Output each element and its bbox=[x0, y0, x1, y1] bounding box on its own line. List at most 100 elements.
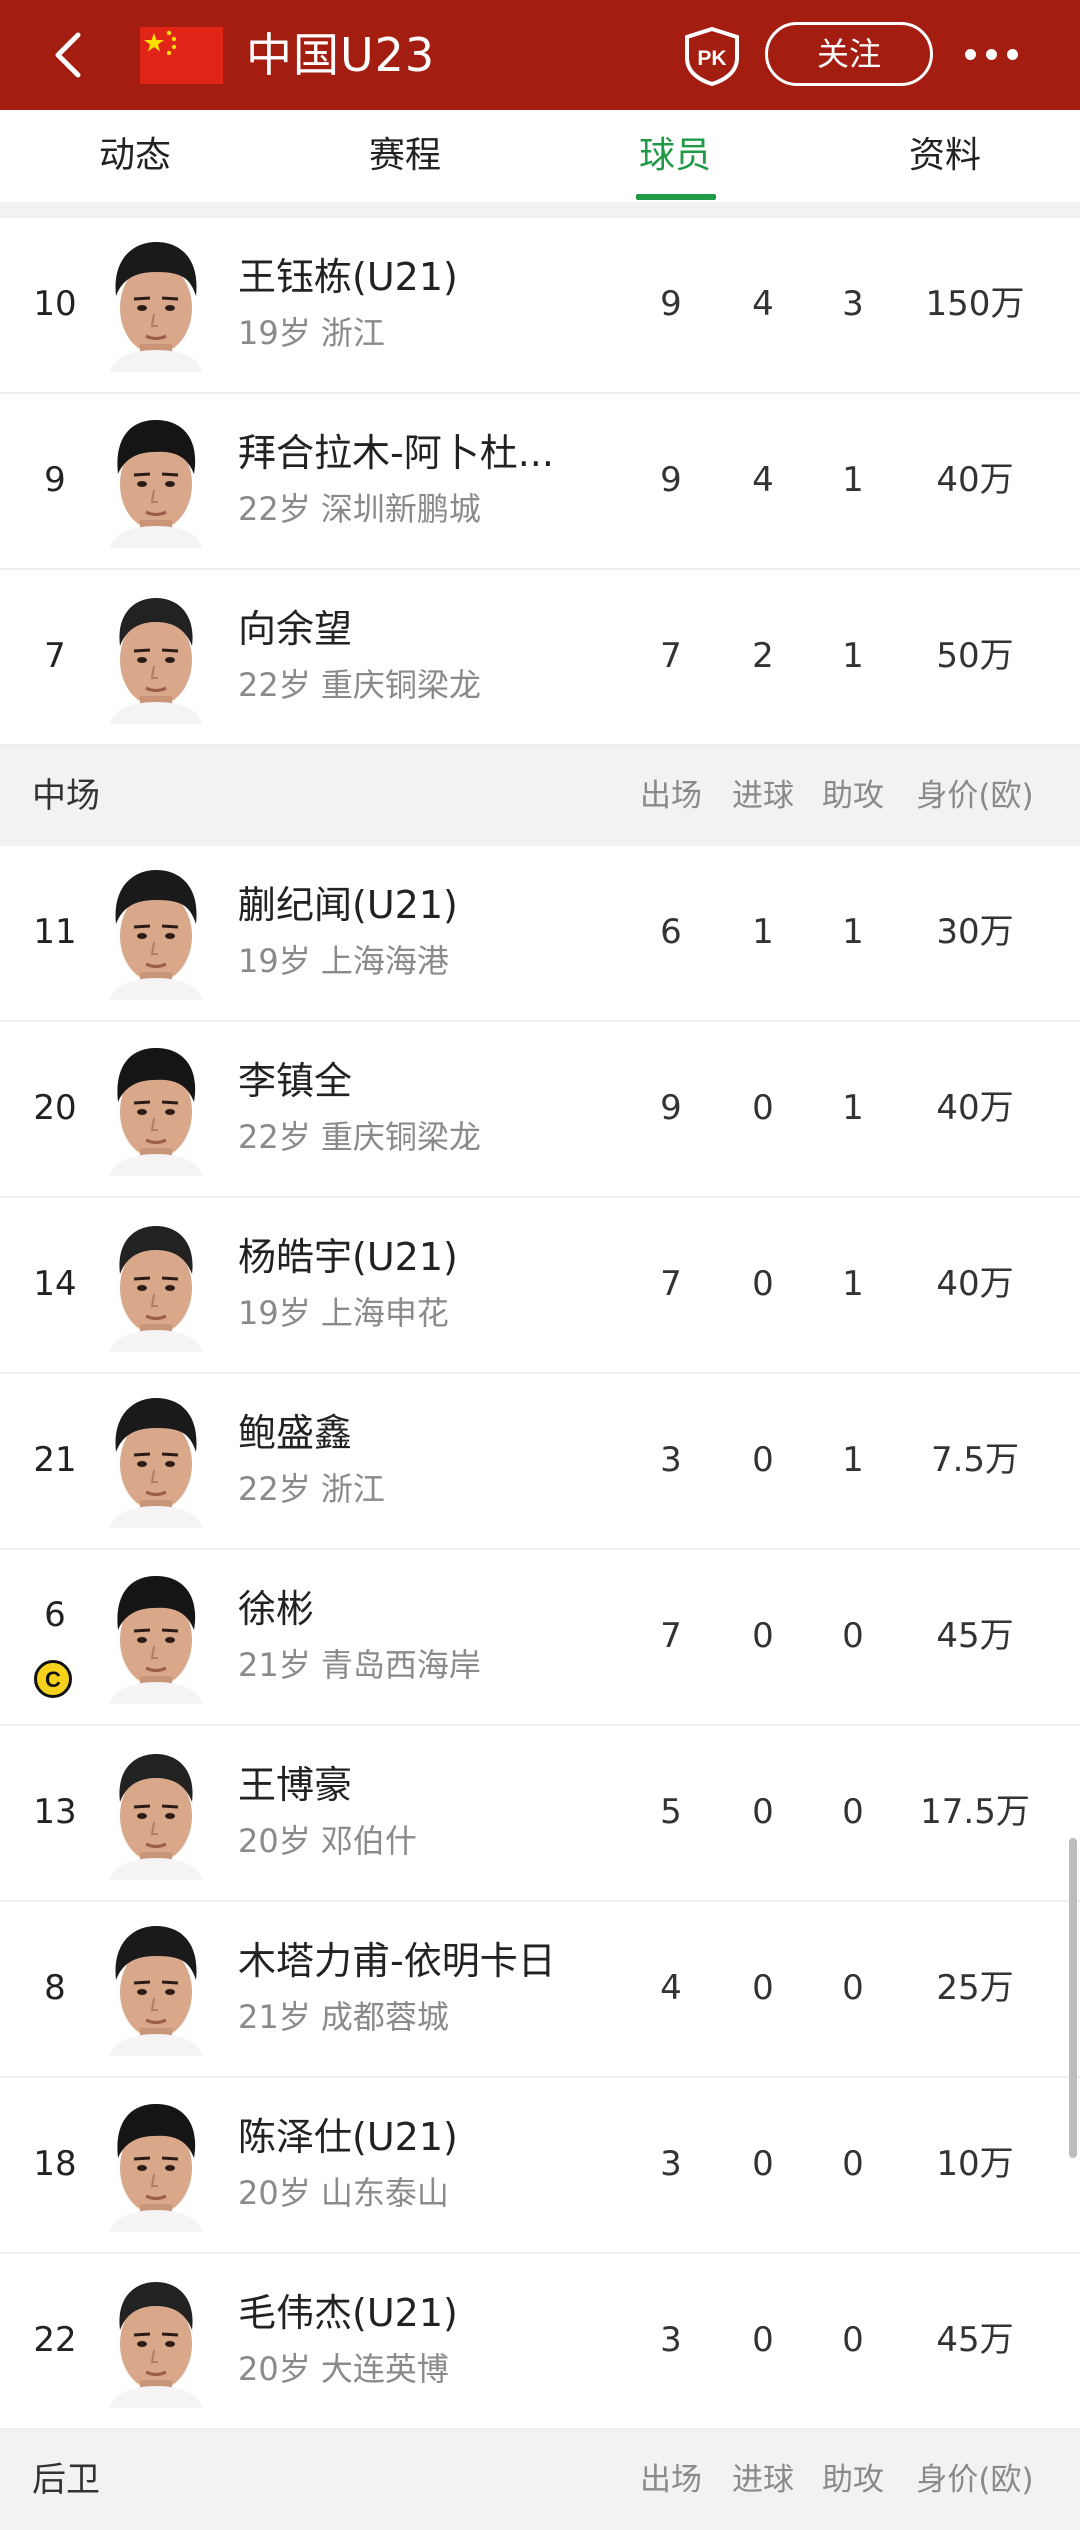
player-avatar bbox=[104, 590, 208, 724]
team-header: 中国U23 PK 关注 bbox=[0, 0, 1080, 110]
player-name: 鲍盛鑫 bbox=[238, 1411, 353, 1455]
player-avatar bbox=[104, 1746, 208, 1880]
scrollbar[interactable] bbox=[1069, 1838, 1077, 2158]
market-value: 30万 bbox=[936, 912, 1014, 952]
goals-value: 0 bbox=[752, 2320, 774, 2360]
goals-value: 0 bbox=[752, 1792, 774, 1832]
section-header: 后卫 出场 进球 助攻 身价(欧) bbox=[0, 2430, 1080, 2530]
appearances-value: 7 bbox=[660, 1616, 682, 1656]
goals-value: 0 bbox=[752, 2144, 774, 2184]
goals-value: 0 bbox=[752, 1088, 774, 1128]
jersey-number: 22 bbox=[33, 2320, 77, 2360]
player-row[interactable]: 20 李镇全 22岁 重庆铜梁龙 9 0 1 40万 bbox=[0, 1022, 1080, 1198]
market-value: 40万 bbox=[936, 460, 1014, 500]
tab-info[interactable]: 资料 bbox=[845, 132, 1045, 180]
appearances-value: 3 bbox=[660, 2144, 682, 2184]
value-column-header: 身价(欧) bbox=[916, 2462, 1034, 2498]
player-avatar bbox=[104, 1570, 208, 1704]
player-name: 蒯纪闻(U21) bbox=[238, 883, 458, 927]
player-age-club: 21岁 青岛西海岸 bbox=[238, 1646, 481, 1684]
player-row[interactable]: 9 拜合拉木-阿卜杜... 22岁 深圳新鹏城 9 4 1 40万 bbox=[0, 394, 1080, 570]
player-name: 王博豪 bbox=[238, 1763, 353, 1807]
market-value: 45万 bbox=[936, 2320, 1014, 2360]
player-avatar bbox=[104, 1394, 208, 1528]
tab-schedule[interactable]: 赛程 bbox=[305, 132, 505, 180]
player-row[interactable]: 18 陈泽仕(U21) 20岁 山东泰山 3 0 0 10万 bbox=[0, 2078, 1080, 2254]
market-value: 25万 bbox=[936, 1968, 1014, 2008]
tab-players[interactable]: 球员 bbox=[575, 132, 775, 180]
assists-value: 1 bbox=[842, 1440, 864, 1480]
appearances-value: 5 bbox=[660, 1792, 682, 1832]
player-row[interactable]: 6 徐彬 21岁 青岛西海岸 7 0 0 45万 C bbox=[0, 1550, 1080, 1726]
player-row[interactable]: 14 杨皓宇(U21) 19岁 上海申花 7 0 1 40万 bbox=[0, 1198, 1080, 1374]
appearances-value: 4 bbox=[660, 1968, 682, 2008]
section-title: 中场 bbox=[32, 776, 100, 816]
assists-value: 0 bbox=[842, 2320, 864, 2360]
player-avatar bbox=[104, 1922, 208, 2056]
jersey-number: 10 bbox=[33, 284, 77, 324]
section-header: 中场 出场 进球 助攻 身价(欧) bbox=[0, 746, 1080, 846]
player-age-club: 22岁 重庆铜梁龙 bbox=[238, 1118, 481, 1156]
value-column-header: 身价(欧) bbox=[916, 778, 1034, 814]
pk-label: PK bbox=[697, 47, 726, 70]
player-age-club: 19岁 浙江 bbox=[238, 314, 385, 352]
assists-value: 1 bbox=[842, 1088, 864, 1128]
player-row[interactable]: 10 王钰栋(U21) 19岁 浙江 9 4 3 150万 bbox=[0, 218, 1080, 394]
appearances-value: 9 bbox=[660, 284, 682, 324]
captain-icon: C bbox=[34, 1660, 72, 1698]
jersey-number: 14 bbox=[33, 1264, 77, 1304]
player-name: 毛伟杰(U21) bbox=[238, 2291, 458, 2335]
market-value: 45万 bbox=[936, 1616, 1014, 1656]
assists-value: 3 bbox=[842, 284, 864, 324]
back-arrow-icon[interactable] bbox=[44, 25, 94, 85]
market-value: 40万 bbox=[936, 1088, 1014, 1128]
tab-bar: 动态 赛程 球员 资料 bbox=[0, 110, 1080, 202]
appearances-value: 9 bbox=[660, 460, 682, 500]
player-name: 徐彬 bbox=[238, 1587, 315, 1631]
appearances-value: 6 bbox=[660, 912, 682, 952]
assists-value: 0 bbox=[842, 1792, 864, 1832]
assists-value: 0 bbox=[842, 1616, 864, 1656]
player-row[interactable]: 7 向余望 22岁 重庆铜梁龙 7 2 1 50万 bbox=[0, 570, 1080, 746]
player-row[interactable]: 21 鲍盛鑫 22岁 浙江 3 0 1 7.5万 bbox=[0, 1374, 1080, 1550]
appearances-value: 3 bbox=[660, 2320, 682, 2360]
jersey-number: 13 bbox=[33, 1792, 77, 1832]
player-name: 木塔力甫-依明卡日 bbox=[238, 1939, 556, 1983]
player-avatar bbox=[104, 2274, 208, 2408]
pk-icon[interactable]: PK bbox=[683, 26, 741, 86]
market-value: 10万 bbox=[936, 2144, 1014, 2184]
player-age-club: 20岁 山东泰山 bbox=[238, 2174, 449, 2212]
market-value: 17.5万 bbox=[920, 1792, 1030, 1832]
market-value: 40万 bbox=[936, 1264, 1014, 1304]
player-age-club: 22岁 浙江 bbox=[238, 1470, 385, 1508]
appearances-value: 3 bbox=[660, 1440, 682, 1480]
player-avatar bbox=[104, 238, 208, 372]
player-avatar bbox=[104, 2098, 208, 2232]
market-value: 150万 bbox=[925, 284, 1025, 324]
player-avatar bbox=[104, 866, 208, 1000]
jersey-number: 8 bbox=[44, 1968, 66, 2008]
team-title: 中国U23 bbox=[246, 28, 436, 82]
goals-value: 2 bbox=[752, 636, 774, 676]
more-options-icon[interactable] bbox=[962, 46, 1022, 64]
player-row[interactable]: 8 木塔力甫-依明卡日 21岁 成都蓉城 4 0 0 25万 bbox=[0, 1902, 1080, 2078]
active-tab-indicator bbox=[636, 194, 716, 200]
jersey-number: 6 bbox=[44, 1595, 66, 1635]
player-row[interactable]: 11 蒯纪闻(U21) 19岁 上海海港 6 1 1 30万 bbox=[0, 846, 1080, 1022]
goals-value: 0 bbox=[752, 1616, 774, 1656]
jersey-number: 11 bbox=[33, 912, 77, 952]
section-title: 后卫 bbox=[32, 2460, 100, 2500]
goals-value: 1 bbox=[752, 912, 774, 952]
follow-button[interactable]: 关注 bbox=[765, 22, 933, 86]
player-age-club: 22岁 深圳新鹏城 bbox=[238, 490, 481, 528]
goals-value: 4 bbox=[752, 460, 774, 500]
tab-news[interactable]: 动态 bbox=[35, 132, 235, 180]
appearances-value: 7 bbox=[660, 636, 682, 676]
assists-value: 0 bbox=[842, 1968, 864, 2008]
jersey-number: 20 bbox=[33, 1088, 77, 1128]
jersey-number: 18 bbox=[33, 2144, 77, 2184]
player-row[interactable]: 13 王博豪 20岁 邓伯什 5 0 0 17.5万 bbox=[0, 1726, 1080, 1902]
player-row[interactable]: 22 毛伟杰(U21) 20岁 大连英博 3 0 0 45万 bbox=[0, 2254, 1080, 2430]
appearances-value: 7 bbox=[660, 1264, 682, 1304]
captain-label: C bbox=[45, 1667, 61, 1692]
